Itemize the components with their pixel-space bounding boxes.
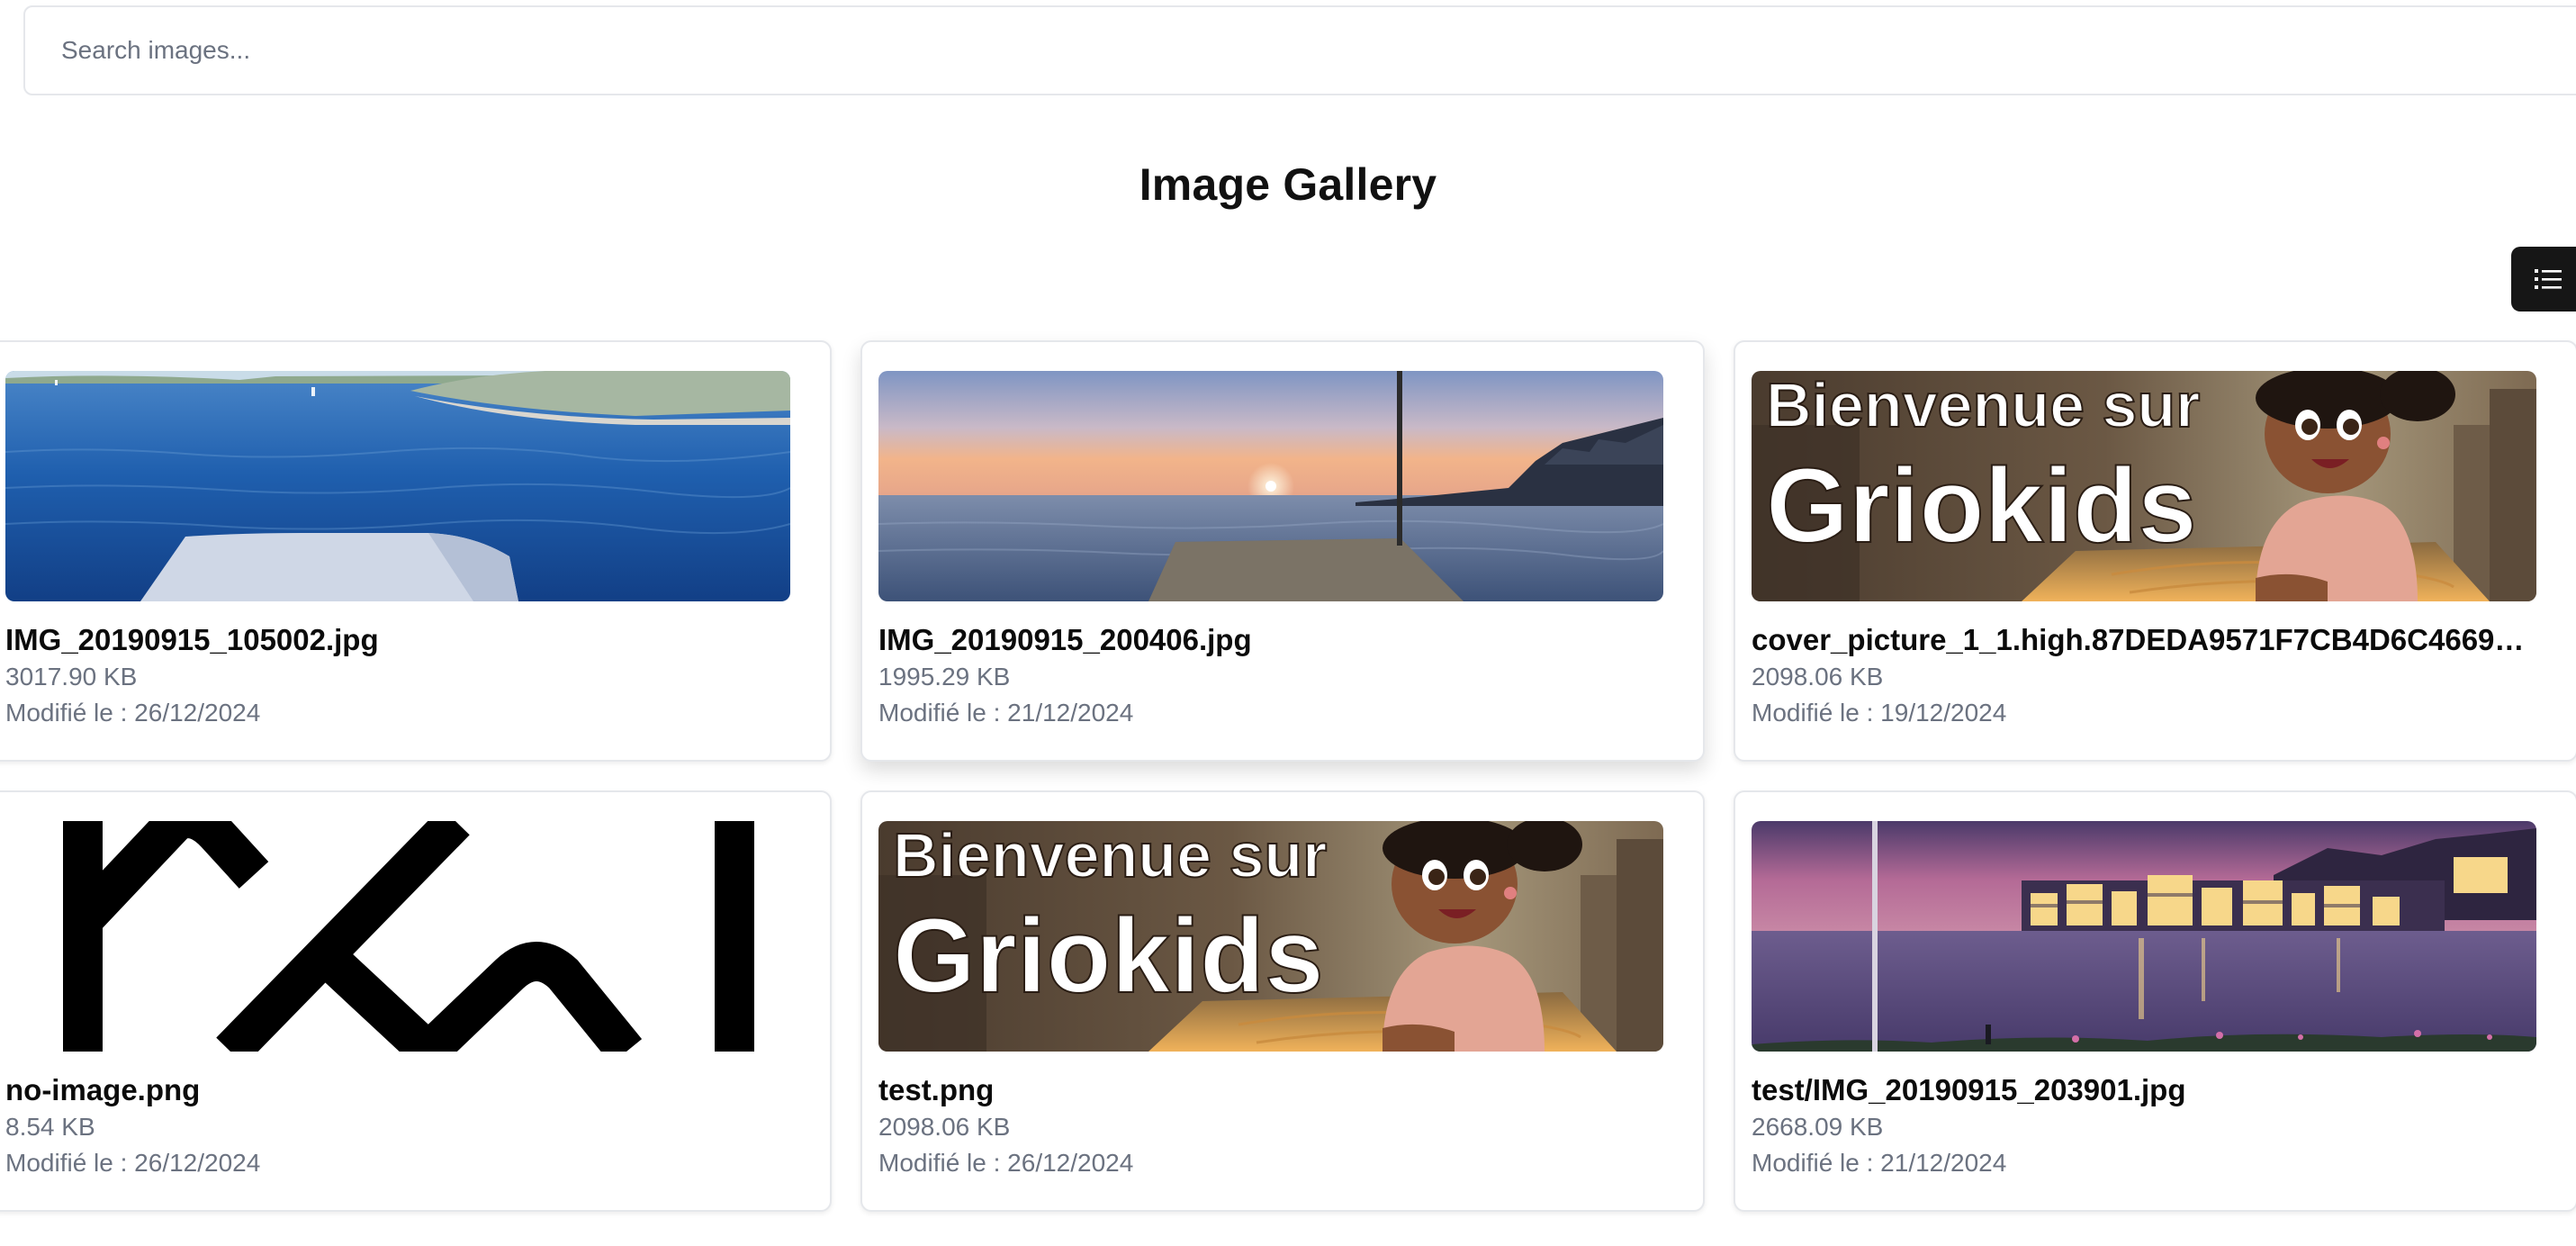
image-modified-date: Modifié le : 26/12/2024 <box>5 699 261 727</box>
image-name: IMG_20190915_105002.jpg <box>5 623 379 656</box>
image-card[interactable]: Bienvenue sur Griokids cover_picture_1_1… <box>1734 340 2576 762</box>
image-thumbnail[interactable]: Bienvenue sur Griokids <box>1752 371 2536 601</box>
image-name: no-image.png <box>5 1073 201 1106</box>
image-name: test/IMG_20190915_203901.jpg <box>1752 1073 2186 1106</box>
list-icon <box>2535 269 2562 289</box>
banner-text-line2: Griokids <box>893 897 1324 1016</box>
image-thumbnail[interactable] <box>878 371 1663 601</box>
image-thumbnail[interactable] <box>1752 821 2536 1052</box>
image-thumbnail[interactable]: Bienvenue sur Griokids <box>878 821 1663 1052</box>
image-modified-date: Modifié le : 19/12/2024 <box>1752 699 2007 727</box>
image-card[interactable]: Bienvenue sur Griokids test.png 2098.06 … <box>860 790 1705 1212</box>
image-modified-date: Modifié le : 21/12/2024 <box>1752 1149 2007 1177</box>
image-name: cover_picture_1_1.high.87DEDA9571F7CB4D6… <box>1752 623 2536 656</box>
image-modified-date: Modifié le : 26/12/2024 <box>878 1149 1134 1177</box>
image-thumbnail[interactable] <box>5 371 790 601</box>
search-box <box>23 5 2576 95</box>
page-title: Image Gallery <box>1139 159 1437 210</box>
image-card[interactable]: test/IMG_20190915_203901.jpg 2668.09 KB … <box>1734 790 2576 1212</box>
image-modified-date: Modifié le : 26/12/2024 <box>5 1149 261 1177</box>
image-size: 3017.90 KB <box>5 663 138 691</box>
image-thumbnail[interactable] <box>5 821 790 1052</box>
search-input[interactable] <box>25 7 2576 94</box>
no-image-logo <box>5 821 790 1052</box>
banner-text-line1: Bienvenue sur <box>1766 371 2200 440</box>
image-card[interactable]: IMG_20190915_200406.jpg 1995.29 KB Modif… <box>860 340 1705 762</box>
image-card[interactable]: IMG_20190915_105002.jpg 3017.90 KB Modif… <box>0 340 832 762</box>
image-modified-date: Modifié le : 21/12/2024 <box>878 699 1134 727</box>
image-size: 2668.09 KB <box>1752 1113 1884 1141</box>
image-size: 8.54 KB <box>5 1113 95 1141</box>
banner-text-line2: Griokids <box>1766 447 2197 565</box>
image-name: IMG_20190915_200406.jpg <box>878 623 1252 656</box>
image-size: 2098.06 KB <box>1752 663 1884 691</box>
image-card[interactable]: no-image.png 8.54 KB Modifié le : 26/12/… <box>0 790 832 1212</box>
view-toggle-button[interactable] <box>2511 247 2576 312</box>
image-name: test.png <box>878 1073 995 1106</box>
image-size: 2098.06 KB <box>878 1113 1011 1141</box>
gallery-page: Image Gallery <box>0 0 2576 1246</box>
banner-text-line1: Bienvenue sur <box>893 821 1327 890</box>
image-size: 1995.29 KB <box>878 663 1011 691</box>
